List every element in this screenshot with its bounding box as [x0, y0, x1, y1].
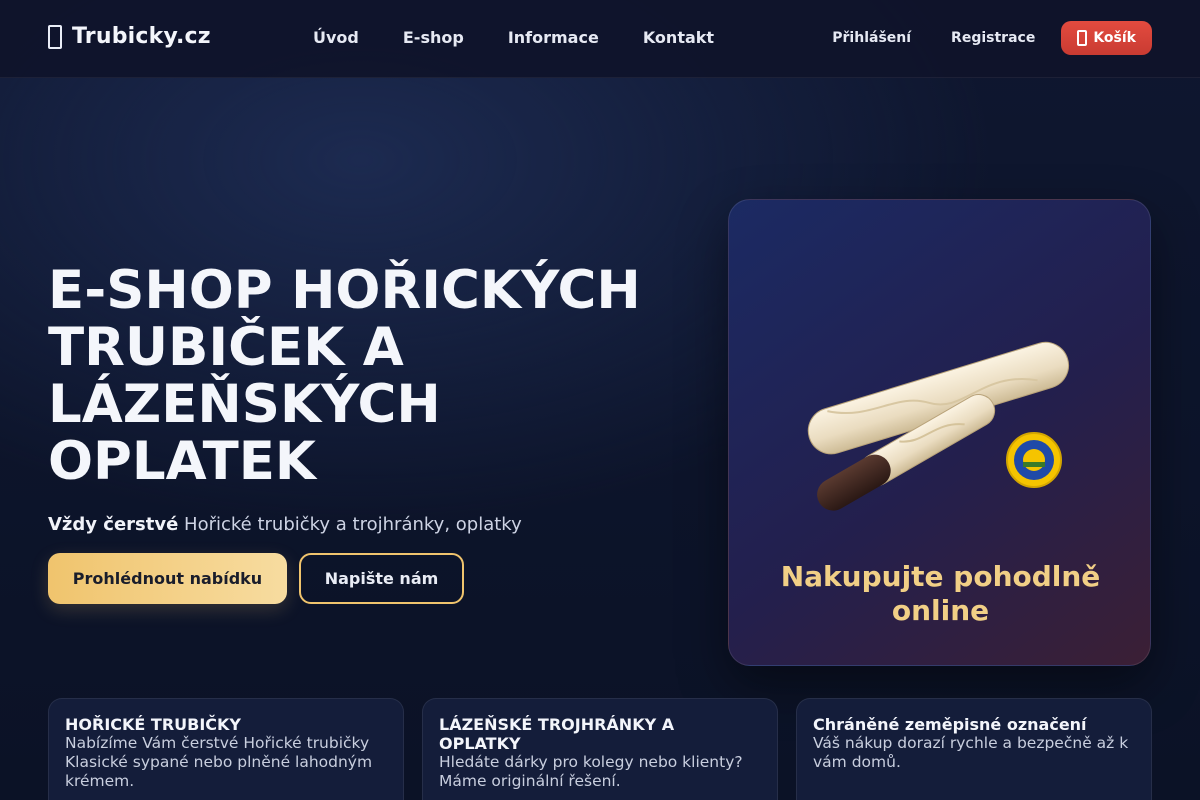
feature-title: HOŘICKÉ TRUBIČKY — [65, 715, 242, 734]
register-link[interactable]: Registrace — [951, 30, 1035, 46]
nav-item-kontakt[interactable]: Kontakt — [643, 28, 714, 47]
nav-item-uvod[interactable]: Úvod — [313, 28, 359, 47]
feature-card-horicke-trubicky: HOŘICKÉ TRUBIČKY Nabízíme Vám čerstvé Ho… — [48, 698, 404, 800]
auth-actions: Přihlášení Registrace Košík — [832, 21, 1152, 55]
logo-icon — [48, 24, 62, 49]
hero-subtitle: Vždy čerstvé Hořické trubičky a trojhrán… — [48, 514, 522, 535]
feature-card-lazenske: LÁZEŇSKÉ TROJHRÁNKY A OPLATKY Hledáte dá… — [422, 698, 778, 800]
feature-text: Váš nákup dorazí rychle a bezpečně až k … — [813, 734, 1129, 771]
cart-button[interactable]: Košík — [1061, 21, 1152, 55]
feature-card-chranene-oznaceni: Chráněné zeměpisné označení Váš nákup do… — [796, 698, 1152, 800]
main-nav: Úvod E-shop Informace Kontakt — [313, 28, 714, 47]
login-link[interactable]: Přihlášení — [832, 30, 911, 46]
cart-label: Košík — [1093, 30, 1136, 46]
hero-subtitle-rest: Hořické trubičky a trojhránky, oplatky — [178, 514, 522, 535]
promo-card: Nakupujte pohodlně online — [728, 199, 1151, 666]
nav-item-informace[interactable]: Informace — [508, 28, 599, 47]
promo-text: Nakupujte pohodlně online — [780, 560, 1101, 627]
hero-title: E-SHOP HOŘICKÝCH TRUBIČEK A LÁZEŇSKÝCH O… — [48, 262, 688, 490]
hero-title-line-3: LÁZEŇSKÝCH — [48, 374, 441, 435]
wafer-rolls-image — [807, 341, 1070, 511]
top-navigation-bar: Trubicky.cz Úvod E-shop Informace Kontak… — [0, 0, 1200, 78]
cart-icon — [1077, 30, 1088, 46]
hero-subtitle-strong: Vždy čerstvé — [48, 514, 179, 535]
hero-title-line-4: OPLATEK — [48, 431, 317, 492]
nav-item-eshop[interactable]: E-shop — [403, 28, 464, 47]
feature-title: LÁZEŇSKÉ TROJHRÁNKY A OPLATKY — [439, 715, 675, 753]
brand-logo[interactable]: Trubicky.cz — [48, 24, 211, 49]
feature-text: Hledáte dárky pro kolegy nebo klienty? M… — [439, 753, 743, 790]
feature-text: Nabízíme Vám čerstvé Hořické trubičky Kl… — [65, 734, 373, 790]
brand-name[interactable]: Trubicky.cz — [72, 24, 211, 49]
browse-offer-button[interactable]: Prohlédnout nabídku — [48, 553, 287, 604]
contact-us-button[interactable]: Napište nám — [299, 553, 464, 604]
hero-title-line-1: E-SHOP HOŘICKÝCH — [48, 260, 641, 321]
hero-title-line-2: TRUBIČEK A — [48, 317, 404, 378]
feature-title: Chráněné zeměpisné označení — [813, 715, 1087, 734]
protected-designation-seal-icon — [1006, 432, 1062, 488]
